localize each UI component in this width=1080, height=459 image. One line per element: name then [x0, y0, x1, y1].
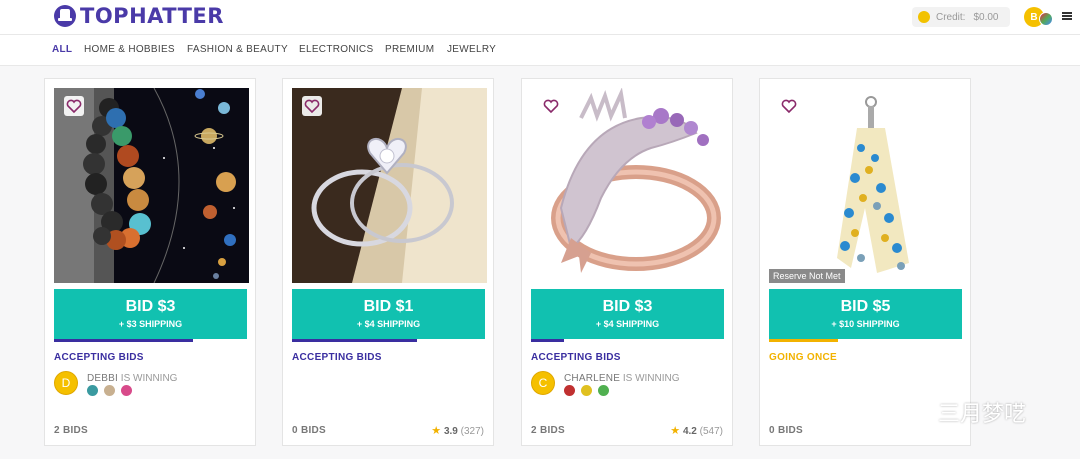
heart-favorite-icon[interactable]	[779, 96, 799, 116]
tophatter-logo[interactable]: TOPHATTER	[54, 4, 224, 28]
bid-count: 0 BIDS	[292, 425, 327, 436]
badge-icon	[564, 385, 575, 396]
progress-fill	[769, 339, 839, 342]
winning-suffix: IS WINNING	[118, 373, 178, 384]
product-image-heart-ring[interactable]	[292, 88, 487, 283]
credit-label: Credit:	[936, 11, 966, 23]
bid-count: 0 BIDS	[769, 425, 804, 436]
bidder-badges	[564, 385, 615, 396]
winning-text: CHARLENE IS WINNING	[564, 373, 680, 384]
nav-home-hobbies[interactable]: HOME & HOBBIES	[84, 44, 175, 55]
shipping-cost: + $3 SHIPPING	[118, 319, 183, 329]
credit-value: $0.00	[973, 11, 999, 23]
heart-favorite-icon[interactable]	[302, 96, 322, 116]
progress-fill	[54, 339, 193, 342]
credit-display[interactable]: Credit: $0.00	[912, 7, 1010, 27]
bid-button[interactable]: BID $3 + $3 SHIPPING	[54, 289, 247, 339]
bid-button[interactable]: BID $5 + $10 SHIPPING	[769, 289, 962, 339]
seller-rating: ★ 3.9 (327)	[431, 424, 484, 437]
rating-value: 4.2	[682, 426, 697, 437]
auction-progress-bar	[292, 339, 485, 342]
badge-icon	[121, 385, 132, 396]
bidder-badges	[87, 385, 138, 396]
heart-favorite-icon[interactable]	[541, 96, 561, 116]
auction-status: ACCEPTING BIDS	[54, 352, 144, 363]
product-card[interactable]: BID $3 + $3 SHIPPING ACCEPTING BIDS D DE…	[44, 78, 256, 446]
user-badge-icon	[1039, 12, 1053, 26]
product-image-dragon-ring[interactable]	[531, 88, 726, 283]
shipping-cost: + $4 SHIPPING	[356, 319, 421, 329]
nav-premium[interactable]: PREMIUM	[385, 44, 434, 55]
bidder-name: CHARLENE	[564, 373, 621, 384]
bidder-avatar: C	[531, 371, 555, 395]
product-card[interactable]: BID $3 + $4 SHIPPING ACCEPTING BIDS C CH…	[521, 78, 733, 446]
auction-progress-bar	[531, 339, 724, 342]
progress-fill	[292, 339, 418, 342]
auction-status: GOING ONCE	[769, 352, 838, 363]
watermark-text: 三月梦呓	[938, 401, 1027, 426]
badge-icon	[598, 385, 609, 396]
progress-fill	[531, 339, 564, 342]
bid-count: 2 BIDS	[54, 425, 89, 436]
bid-amount: BID $3	[602, 298, 653, 315]
winning-bidder: C CHARLENE IS WINNING	[531, 371, 724, 401]
heart-favorite-icon[interactable]	[64, 96, 84, 116]
review-count: (547)	[699, 426, 723, 437]
category-nav: ALL HOME & HOBBIES FASHION & BEAUTY ELEC…	[0, 34, 1080, 66]
bid-button[interactable]: BID $1 + $4 SHIPPING	[292, 289, 485, 339]
wechat-icon	[893, 400, 928, 424]
star-icon: ★	[670, 425, 681, 437]
nav-all[interactable]: ALL	[52, 44, 72, 55]
badge-icon	[87, 385, 98, 396]
star-icon: ★	[431, 425, 442, 437]
auction-status: ACCEPTING BIDS	[292, 352, 382, 363]
header: TOPHATTER Credit: $0.00 B	[0, 0, 1080, 34]
bidder-name: DEBBI	[87, 373, 119, 384]
top-hat-icon	[54, 5, 76, 27]
winning-text: DEBBI IS WINNING	[87, 373, 177, 384]
product-image-scarf-keychain[interactable]: Reserve Not Met	[769, 88, 964, 283]
logo-text: TOPHATTER	[80, 4, 224, 28]
nav-electronics[interactable]: ELECTRONICS	[299, 44, 373, 55]
reserve-not-met-badge: Reserve Not Met	[769, 269, 845, 283]
bid-count: 2 BIDS	[531, 425, 566, 436]
nav-jewelry[interactable]: JEWELRY	[447, 44, 496, 55]
review-count: (327)	[460, 426, 484, 437]
winning-bidder: D DEBBI IS WINNING	[54, 371, 247, 401]
shipping-cost: + $10 SHIPPING	[831, 319, 900, 329]
product-image-solar-bracelet[interactable]	[54, 88, 249, 283]
badge-icon	[581, 385, 592, 396]
auction-progress-bar	[769, 339, 962, 342]
nav-fashion-beauty[interactable]: FASHION & BEAUTY	[187, 44, 288, 55]
winning-suffix: IS WINNING	[620, 373, 680, 384]
coin-icon	[918, 11, 930, 23]
badge-icon	[104, 385, 115, 396]
product-card[interactable]: BID $1 + $4 SHIPPING ACCEPTING BIDS 0 BI…	[282, 78, 494, 446]
bidder-avatar: D	[54, 371, 78, 395]
wechat-watermark: 三月梦呓	[892, 396, 1026, 428]
bid-button[interactable]: BID $3 + $4 SHIPPING	[531, 289, 724, 339]
auction-progress-bar	[54, 339, 247, 342]
bid-amount: BID $1	[363, 298, 414, 315]
seller-rating: ★ 4.2 (547)	[670, 424, 723, 437]
bid-amount: BID $5	[840, 298, 891, 315]
product-card[interactable]: Reserve Not Met BID $5 + $10 SHIPPING GO…	[759, 78, 971, 446]
auction-status: ACCEPTING BIDS	[531, 352, 621, 363]
hamburger-menu-icon[interactable]	[1062, 12, 1072, 20]
shipping-cost: + $4 SHIPPING	[595, 319, 660, 329]
bid-amount: BID $3	[125, 298, 176, 315]
rating-value: 3.9	[443, 426, 458, 437]
